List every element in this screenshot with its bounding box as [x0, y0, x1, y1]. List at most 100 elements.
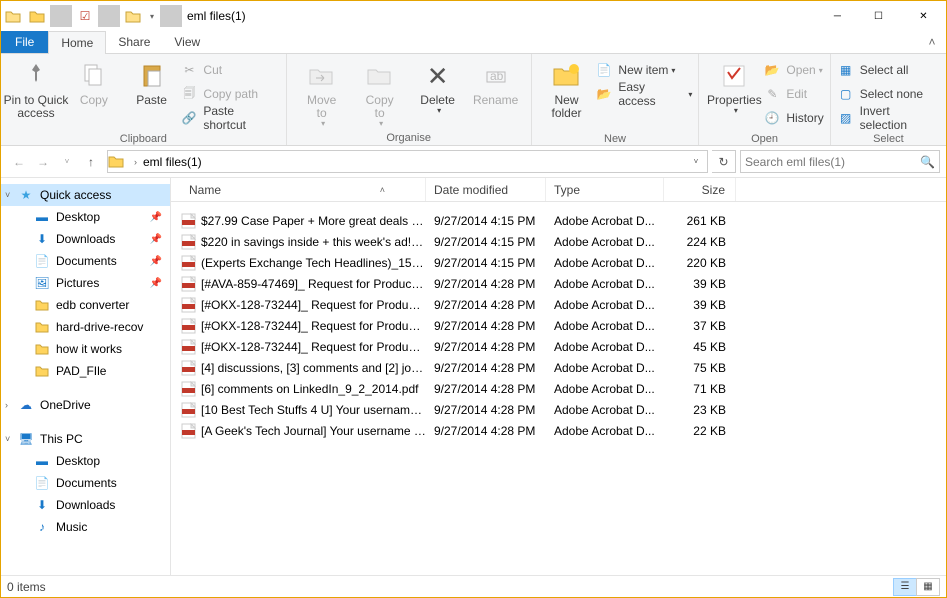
table-row[interactable]: $220 in savings inside + this week's ad!…: [171, 231, 946, 252]
open-button[interactable]: 📂Open▾: [763, 59, 823, 81]
sidebar-item-onedrive[interactable]: ›☁OneDrive: [1, 394, 170, 416]
copy-path-button[interactable]: 🗐Copy path: [180, 83, 279, 105]
sidebar-item-folder[interactable]: how it works: [1, 338, 170, 360]
select-all-button[interactable]: ▦Select all: [837, 59, 940, 81]
dropdown-button[interactable]: ˅: [685, 157, 707, 166]
file-date: 9/27/2014 4:15 PM: [426, 235, 546, 249]
up-button[interactable]: ↑: [79, 150, 103, 174]
minimize-button[interactable]: ─: [811, 1, 856, 31]
sidebar-item-music[interactable]: ♪Music: [1, 516, 170, 538]
qat-dropdown[interactable]: ▾: [146, 5, 158, 27]
table-row[interactable]: [10 Best Tech Stuffs 4 U] Your username …: [171, 399, 946, 420]
file-date: 9/27/2014 4:15 PM: [426, 214, 546, 228]
refresh-button[interactable]: ↻: [712, 150, 736, 173]
sidebar-item-folder[interactable]: hard-drive-recov: [1, 316, 170, 338]
table-row[interactable]: [6] comments on LinkedIn_9_2_2014.pdf9/2…: [171, 378, 946, 399]
sidebar-item-folder[interactable]: PAD_FIle: [1, 360, 170, 382]
sidebar-item-quick-access[interactable]: ˅★Quick access: [1, 184, 170, 206]
navigation-pane[interactable]: ˅★Quick access ▬Desktop📌 ⬇Downloads📌 📄Do…: [1, 178, 171, 575]
search-input[interactable]: Search eml files(1) 🔍: [740, 150, 940, 173]
music-icon: ♪: [33, 520, 51, 534]
table-row[interactable]: [#AVA-859-47469]_ Request for Product ..…: [171, 273, 946, 294]
sidebar-item-desktop[interactable]: ▬Desktop: [1, 450, 170, 472]
delete-button[interactable]: ✕Delete▾: [409, 58, 467, 116]
table-row[interactable]: [#OKX-128-73244]_ Request for Product ..…: [171, 336, 946, 357]
cut-button[interactable]: ✂Cut: [180, 59, 279, 81]
column-name[interactable]: Name˄: [181, 178, 426, 201]
table-row[interactable]: [#OKX-128-73244]_ Request for Product ..…: [171, 294, 946, 315]
paste-button[interactable]: Paste: [123, 58, 181, 107]
tab-view[interactable]: View: [162, 31, 212, 53]
pin-icon: 📌: [150, 212, 162, 223]
rename-button[interactable]: abRename: [467, 58, 525, 107]
file-type: Adobe Acrobat D...: [546, 361, 664, 375]
table-row[interactable]: [#OKX-128-73244]_ Request for Product ..…: [171, 315, 946, 336]
chevron-down-icon[interactable]: ˅: [5, 434, 10, 444]
edit-button[interactable]: ✎Edit: [763, 83, 823, 105]
file-date: 9/27/2014 4:28 PM: [426, 340, 546, 354]
recent-dropdown[interactable]: ˅: [55, 150, 79, 174]
paste-icon: [136, 60, 168, 92]
select-all-icon: ▦: [837, 61, 855, 79]
forward-button[interactable]: →: [31, 150, 55, 174]
maximize-button[interactable]: ☐: [856, 1, 901, 31]
breadcrumb[interactable]: eml files(1): [141, 155, 204, 169]
sidebar-item-documents[interactable]: 📄Documents: [1, 472, 170, 494]
collapse-ribbon[interactable]: ˄: [918, 31, 946, 53]
history-button[interactable]: 🕘History: [763, 107, 823, 129]
separator: [160, 5, 182, 27]
close-button[interactable]: ✕: [901, 1, 946, 31]
file-list[interactable]: $27.99 Case Paper + More great deals to …: [171, 202, 946, 575]
sidebar-item-desktop[interactable]: ▬Desktop📌: [1, 206, 170, 228]
pin-icon: 📌: [150, 278, 162, 289]
sidebar-item-downloads[interactable]: ⬇Downloads📌: [1, 228, 170, 250]
search-icon[interactable]: 🔍: [920, 155, 935, 169]
chevron-right-icon[interactable]: ›: [5, 400, 8, 410]
invert-selection-button[interactable]: ▨Invert selection: [837, 107, 940, 129]
folder-icon: [2, 5, 24, 27]
table-row[interactable]: (Experts Exchange Tech Headlines)_15_11.…: [171, 252, 946, 273]
back-button[interactable]: ←: [7, 150, 31, 174]
column-type[interactable]: Type: [546, 178, 664, 201]
tab-file[interactable]: File: [1, 31, 48, 53]
sidebar-item-pictures[interactable]: 🖼Pictures📌: [1, 272, 170, 294]
file-type: Adobe Acrobat D...: [546, 340, 664, 354]
table-row[interactable]: [4] discussions, [3] comments and [2] jo…: [171, 357, 946, 378]
paste-shortcut-button[interactable]: 🔗Paste shortcut: [180, 107, 279, 129]
address-bar[interactable]: › eml files(1) ˅: [107, 150, 708, 173]
chevron-down-icon[interactable]: ˅: [5, 190, 10, 200]
column-size[interactable]: Size: [664, 178, 736, 201]
details-view-button[interactable]: ☰: [893, 578, 917, 596]
tab-home[interactable]: Home: [48, 31, 106, 54]
sidebar-item-documents[interactable]: 📄Documents📌: [1, 250, 170, 272]
table-row[interactable]: $27.99 Case Paper + More great deals to …: [171, 210, 946, 231]
new-item-button[interactable]: 📄New item▾: [595, 59, 692, 81]
file-name: (Experts Exchange Tech Headlines)_15_11.…: [201, 256, 426, 270]
column-date[interactable]: Date modified: [426, 178, 546, 201]
new-folder-button[interactable]: New folder: [538, 58, 596, 120]
separator: [98, 5, 120, 27]
sidebar-item-this-pc[interactable]: ˅🖥This PC: [1, 428, 170, 450]
pc-icon: 🖥: [17, 432, 35, 446]
pdf-icon: [181, 423, 201, 439]
sidebar-item-downloads[interactable]: ⬇Downloads: [1, 494, 170, 516]
copy-to-button[interactable]: Copy to▾: [351, 58, 409, 129]
icons-view-button[interactable]: ▦: [916, 578, 940, 596]
file-name: [#OKX-128-73244]_ Request for Product ..…: [201, 340, 426, 354]
file-size: 22 KB: [664, 424, 736, 438]
properties-button[interactable]: Properties▾: [705, 58, 763, 116]
move-to-button[interactable]: Move to▾: [293, 58, 351, 129]
qat-folder-icon[interactable]: [122, 5, 144, 27]
file-size: 261 KB: [664, 214, 736, 228]
table-row[interactable]: [A Geek's Tech Journal] Your username a.…: [171, 420, 946, 441]
pin-to-quick-access-button[interactable]: Pin to Quick access: [7, 58, 65, 120]
documents-icon: 📄: [33, 476, 51, 490]
sidebar-item-folder[interactable]: edb converter: [1, 294, 170, 316]
chevron-right-icon[interactable]: ›: [130, 157, 141, 167]
pdf-icon: [181, 360, 201, 376]
select-none-button[interactable]: ▢Select none: [837, 83, 940, 105]
tab-share[interactable]: Share: [106, 31, 162, 53]
copy-button[interactable]: Copy: [65, 58, 123, 107]
qat-check-icon[interactable]: ☑: [74, 5, 96, 27]
easy-access-button[interactable]: 📂Easy access▾: [595, 83, 692, 105]
